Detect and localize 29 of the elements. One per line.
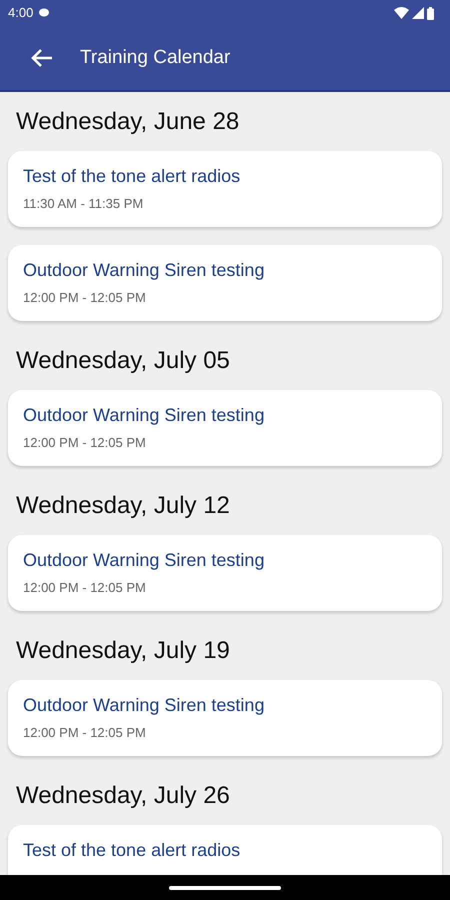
event-title: Test of the tone alert radios [23,165,240,187]
event-title: Outdoor Warning Siren testing [23,404,264,426]
event-card[interactable]: Outdoor Warning Siren testing 12:00 PM - 12:05 PM [8,535,442,611]
date-heading: Wednesday, July 26 [16,780,230,810]
event-time: 12:00 PM - 12:05 PM [23,725,146,741]
event-time: 12:00 PM - 12:05 PM [23,290,146,306]
screen-title: Training Calendar [80,46,230,70]
event-time: 11:30 AM - 11:35 PM [23,196,144,212]
wifi-icon [394,7,409,19]
event-title: Test of the tone alert radios [23,839,240,861]
date-heading: Wednesday, July 05 [16,346,230,376]
event-title: Outdoor Warning Siren testing [23,259,264,281]
event-time: 12:00 PM - 12:05 PM [23,580,146,596]
event-card[interactable]: Test of the tone alert radios [8,825,442,875]
battery-icon [427,6,434,20]
event-card[interactable]: Outdoor Warning Siren testing 12:00 PM - 12:05 PM [8,680,442,756]
event-title: Outdoor Warning Siren testing [23,549,264,571]
date-heading: Wednesday, July 19 [16,636,230,666]
event-card[interactable]: Outdoor Warning Siren testing 12:00 PM - 12:05 PM [8,390,442,466]
event-card[interactable]: Test of the tone alert radios 11:30 AM - 11:35 PM [8,151,442,227]
date-heading: Wednesday, June 28 [16,106,240,136]
event-title: Outdoor Warning Siren testing [23,694,264,716]
home-handle[interactable] [169,886,281,890]
back-arrow-icon [31,49,53,67]
status-time: 4:00 [8,4,34,22]
event-time: 12:00 PM - 12:05 PM [23,435,146,451]
event-card[interactable]: Outdoor Warning Siren testing 12:00 PM - 12:05 PM [8,245,442,321]
date-heading: Wednesday, July 12 [16,490,230,520]
signal-icon [412,7,424,19]
